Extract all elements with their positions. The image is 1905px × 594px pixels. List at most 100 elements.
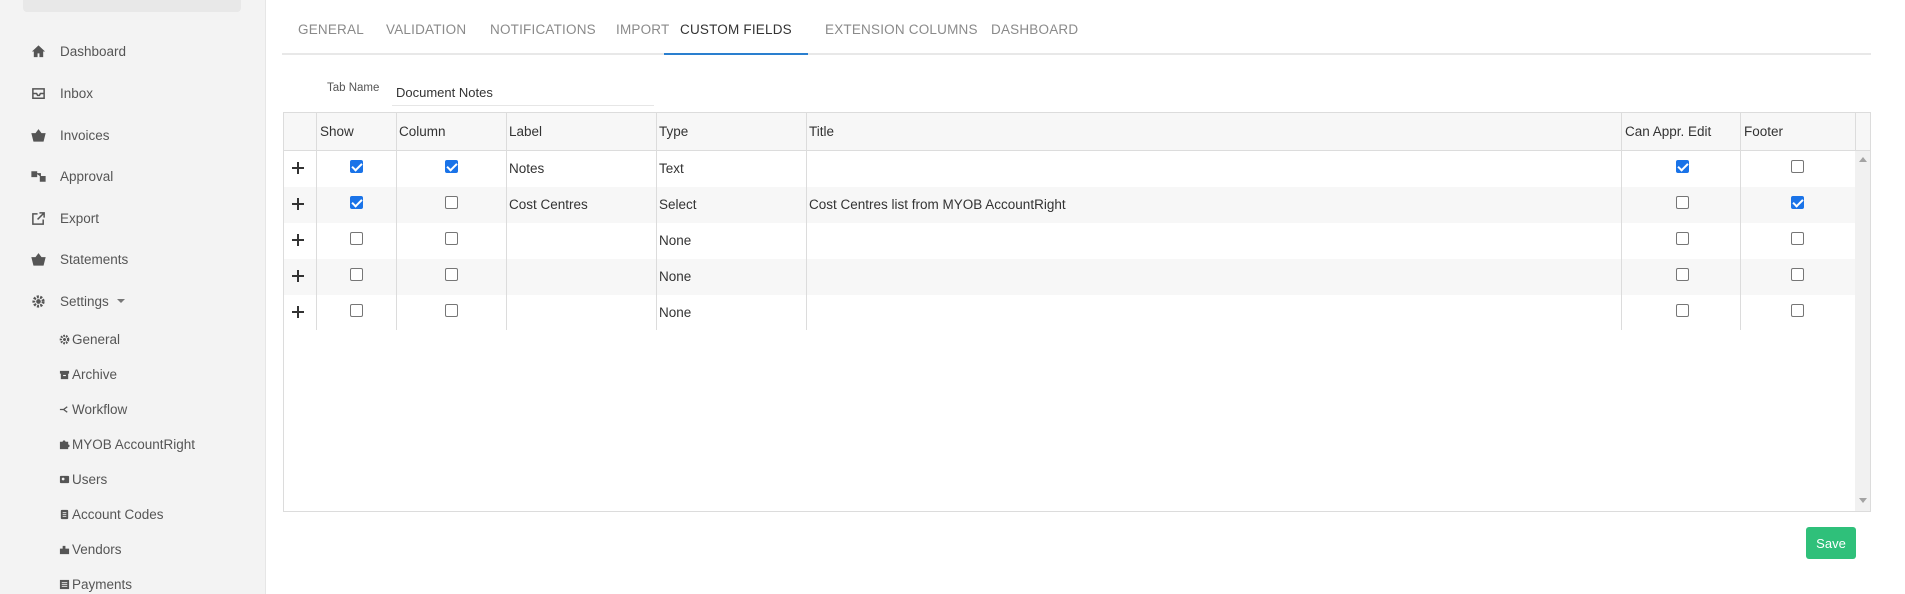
sidebar-subitem-workflow[interactable]: Workflow: [58, 399, 127, 419]
sidebar-subitem-vendors[interactable]: Vendors: [58, 539, 122, 559]
plus-icon[interactable]: [292, 233, 306, 247]
column-header-can-appr-edit[interactable]: Can Appr. Edit: [1622, 113, 1711, 151]
tab-validation[interactable]: VALIDATION: [386, 22, 466, 55]
label-cell[interactable]: Notes: [506, 151, 544, 187]
sidebar-subitem-users[interactable]: Users: [58, 469, 107, 489]
type-cell[interactable]: None: [656, 223, 691, 259]
sidebar-subitem-myob-accountright[interactable]: MYOB AccountRight: [58, 434, 195, 454]
sidebar-item-label: Account Codes: [72, 506, 164, 522]
sidebar-item-export[interactable]: Export: [30, 207, 99, 229]
tab-name-input[interactable]: [392, 80, 654, 106]
column-header-show[interactable]: Show: [317, 113, 354, 151]
sidebar-item-approval[interactable]: Approval: [30, 165, 113, 187]
footer-checkbox[interactable]: [1791, 160, 1804, 173]
column-checkbox[interactable]: [445, 160, 458, 173]
column-header-type[interactable]: Type: [656, 113, 688, 151]
table-row: None: [284, 223, 1869, 259]
sidebar-item-label: Export: [60, 210, 100, 226]
can-appr-edit-checkbox[interactable]: [1676, 232, 1689, 245]
sidebar: Dashboard Inbox Invoices Approval Export…: [0, 0, 266, 594]
column-header-column[interactable]: Column: [396, 113, 446, 151]
type-cell[interactable]: None: [656, 295, 691, 331]
label-cell[interactable]: Cost Centres: [506, 187, 588, 223]
basket-icon: [30, 251, 46, 267]
custom-fields-grid: Show Column Label Type Title Can Appr. E…: [283, 112, 1871, 512]
column-divider: [656, 113, 657, 330]
tab-dashboard[interactable]: DASHBOARD: [991, 22, 1078, 55]
column-checkbox[interactable]: [445, 268, 458, 281]
show-checkbox[interactable]: [350, 196, 363, 209]
sidebar-subitem-account-codes[interactable]: Account Codes: [58, 504, 164, 524]
sidebar-item-label: Workflow: [72, 401, 128, 417]
save-button[interactable]: Save: [1806, 527, 1856, 559]
plus-icon[interactable]: [292, 161, 306, 175]
gear-icon: [58, 333, 70, 345]
tab-name-label: Tab Name: [327, 82, 380, 94]
sidebar-item-label: Users: [72, 471, 108, 487]
column-divider: [1621, 113, 1622, 330]
can-appr-edit-checkbox[interactable]: [1676, 196, 1689, 209]
footer-checkbox[interactable]: [1791, 268, 1804, 281]
plus-icon[interactable]: [292, 197, 306, 211]
sidebar-item-label: Payments: [72, 576, 133, 592]
show-checkbox[interactable]: [350, 232, 363, 245]
puzzle-icon: [58, 438, 70, 450]
type-cell[interactable]: Text: [656, 151, 684, 187]
clipboard-icon: [58, 508, 70, 520]
title-cell[interactable]: Cost Centres list from MYOB AccountRight: [806, 187, 1066, 223]
archive-icon: [58, 368, 70, 380]
grid-scrollbar[interactable]: [1855, 151, 1870, 511]
tab-notifications[interactable]: NOTIFICATIONS: [490, 22, 596, 55]
column-checkbox[interactable]: [445, 304, 458, 317]
column-divider: [396, 113, 397, 330]
column-divider: [1740, 113, 1741, 330]
sidebar-item-label: General: [72, 331, 121, 347]
sidebar-subitem-payments[interactable]: Payments: [58, 574, 132, 594]
column-header-label[interactable]: Label: [506, 113, 542, 151]
tab-custom-fields[interactable]: CUSTOM FIELDS: [664, 22, 808, 55]
type-cell[interactable]: Select: [656, 187, 697, 223]
sidebar-item-label: Dashboard: [60, 43, 127, 59]
show-checkbox[interactable]: [350, 304, 363, 317]
can-appr-edit-checkbox[interactable]: [1676, 304, 1689, 317]
sidebar-item-label: Archive: [72, 366, 118, 382]
sidebar-item-label: MYOB AccountRight: [72, 436, 196, 452]
building-icon: [58, 543, 70, 555]
type-cell[interactable]: None: [656, 259, 691, 295]
footer-checkbox[interactable]: [1791, 304, 1804, 317]
tab-import[interactable]: IMPORT: [616, 22, 669, 55]
footer-checkbox[interactable]: [1791, 232, 1804, 245]
gear-icon: [30, 293, 46, 309]
scroll-up-icon[interactable]: [1859, 157, 1867, 162]
can-appr-edit-checkbox[interactable]: [1676, 268, 1689, 281]
sidebar-item-invoices[interactable]: Invoices: [30, 124, 110, 146]
sidebar-subitem-archive[interactable]: Archive: [58, 364, 117, 384]
sidebar-header-block: [23, 0, 241, 12]
sidebar-item-label: Settings: [60, 293, 109, 309]
table-row: None: [284, 295, 1869, 331]
show-checkbox[interactable]: [350, 268, 363, 281]
show-checkbox[interactable]: [350, 160, 363, 173]
sidebar-item-label: Approval: [60, 168, 114, 184]
tab-general[interactable]: GENERAL: [298, 22, 364, 55]
tab-extension-columns[interactable]: EXTENSION COLUMNS: [825, 22, 978, 55]
sidebar-item-label: Vendors: [72, 541, 122, 557]
sidebar-item-statements[interactable]: Statements: [30, 248, 128, 270]
plus-icon[interactable]: [292, 269, 306, 283]
sidebar-item-inbox[interactable]: Inbox: [30, 82, 93, 104]
column-checkbox[interactable]: [445, 232, 458, 245]
sidebar-item-label: Statements: [60, 251, 129, 267]
plus-icon[interactable]: [292, 305, 306, 319]
sidebar-item-settings[interactable]: Settings: [30, 290, 125, 312]
column-header-footer[interactable]: Footer: [1741, 113, 1783, 151]
scroll-down-icon[interactable]: [1859, 498, 1867, 503]
inbox-icon: [30, 85, 46, 101]
can-appr-edit-checkbox[interactable]: [1676, 160, 1689, 173]
footer-checkbox[interactable]: [1791, 196, 1804, 209]
column-header-title[interactable]: Title: [806, 113, 834, 151]
settings-tabs: GENERAL VALIDATION NOTIFICATIONS IMPORT …: [282, 0, 1871, 55]
sidebar-item-dashboard[interactable]: Dashboard: [30, 40, 126, 62]
sidebar-subitem-general[interactable]: General: [58, 329, 120, 349]
column-divider: [316, 113, 317, 330]
column-checkbox[interactable]: [445, 196, 458, 209]
